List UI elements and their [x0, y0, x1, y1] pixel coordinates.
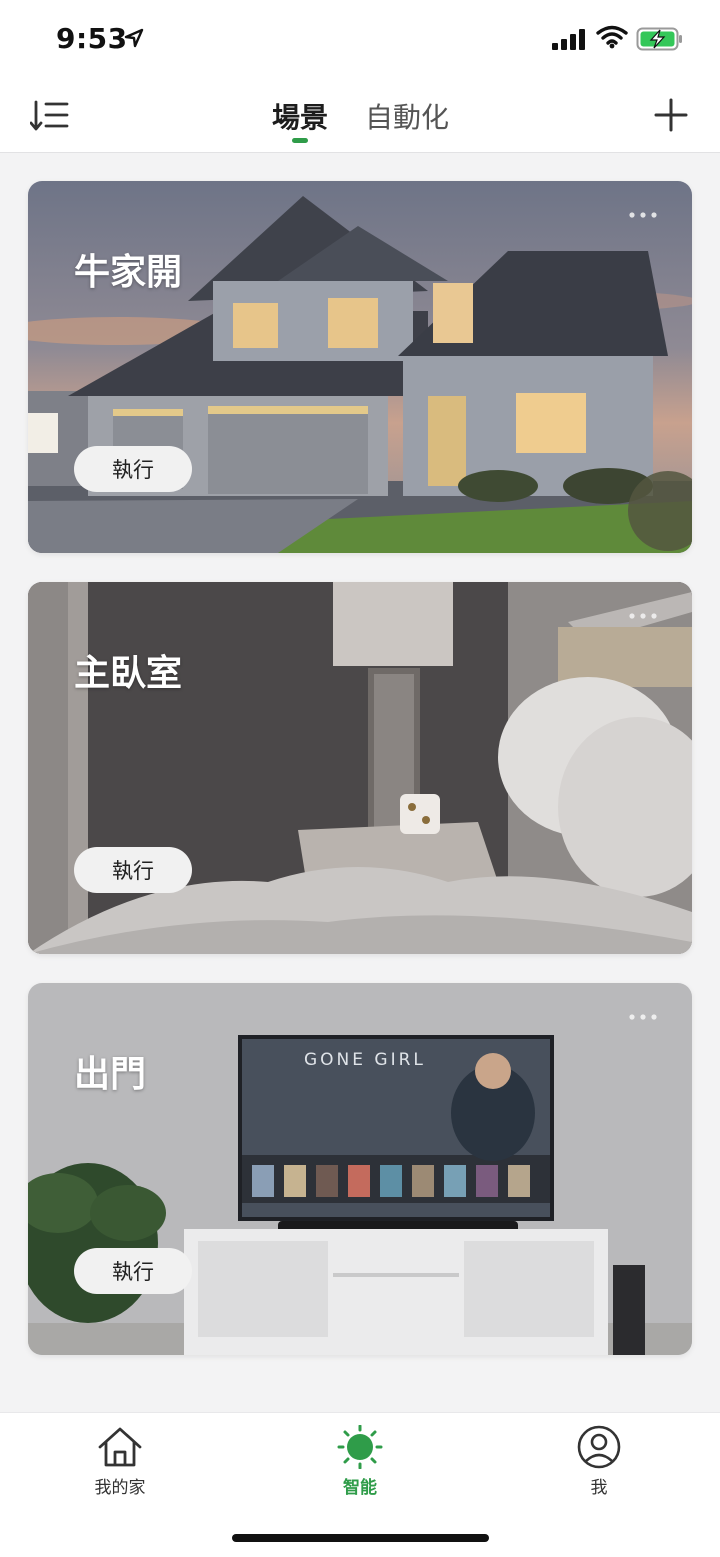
header: 場景 自動化 [0, 80, 720, 153]
tab-label: 智能 [343, 1478, 377, 1498]
sun-icon [337, 1425, 383, 1469]
scene-title: 牛家開 [74, 252, 183, 293]
wifi-icon [596, 25, 628, 49]
tv-screen-title: GONE GIRL [304, 1050, 426, 1070]
tab-label: 我的家 [94, 1478, 146, 1498]
run-scene-button[interactable]: 執行 [74, 1248, 192, 1294]
cellular-signal-icon [552, 29, 585, 50]
bedroom-image [28, 582, 692, 954]
sort-list-icon[interactable] [30, 98, 70, 134]
status-bar: 9:53 [0, 0, 720, 80]
status-time: 9:53 [56, 22, 128, 55]
scene-title: 出門 [74, 1054, 147, 1095]
tab-smart[interactable]: 智能 [300, 1425, 420, 1498]
battery-charging-icon [636, 27, 682, 51]
tab-me[interactable]: 我 [539, 1425, 659, 1498]
tab-automation[interactable]: 自動化 [365, 96, 449, 136]
scene-card-house[interactable]: 牛家開 執行 [28, 181, 692, 553]
person-icon [577, 1425, 621, 1469]
home-indicator [232, 1534, 489, 1542]
scene-title: 主臥室 [74, 653, 183, 694]
house-image [28, 181, 692, 553]
location-arrow-icon [124, 28, 144, 48]
run-scene-button[interactable]: 執行 [74, 446, 192, 492]
screen: 9:53 場景 自動化 牛家開 執行 主臥室 執行 GONE GIRL 出門 執… [0, 0, 720, 1557]
tab-my-home[interactable]: 我的家 [60, 1425, 180, 1498]
run-scene-button[interactable]: 執行 [74, 847, 192, 893]
tab-scenes[interactable]: 場景 [272, 96, 328, 136]
home-icon [98, 1427, 142, 1467]
scene-card-bedroom[interactable]: 主臥室 執行 [28, 582, 692, 954]
more-options-icon[interactable] [628, 612, 658, 620]
tab-label: 我 [590, 1478, 608, 1498]
more-options-icon[interactable] [628, 211, 658, 219]
more-options-icon[interactable] [628, 1013, 658, 1021]
living-room-image: GONE GIRL [28, 983, 692, 1355]
scene-card-leave-home[interactable]: GONE GIRL 出門 執行 [28, 983, 692, 1355]
add-icon[interactable] [654, 98, 688, 132]
active-tab-indicator [292, 138, 308, 143]
